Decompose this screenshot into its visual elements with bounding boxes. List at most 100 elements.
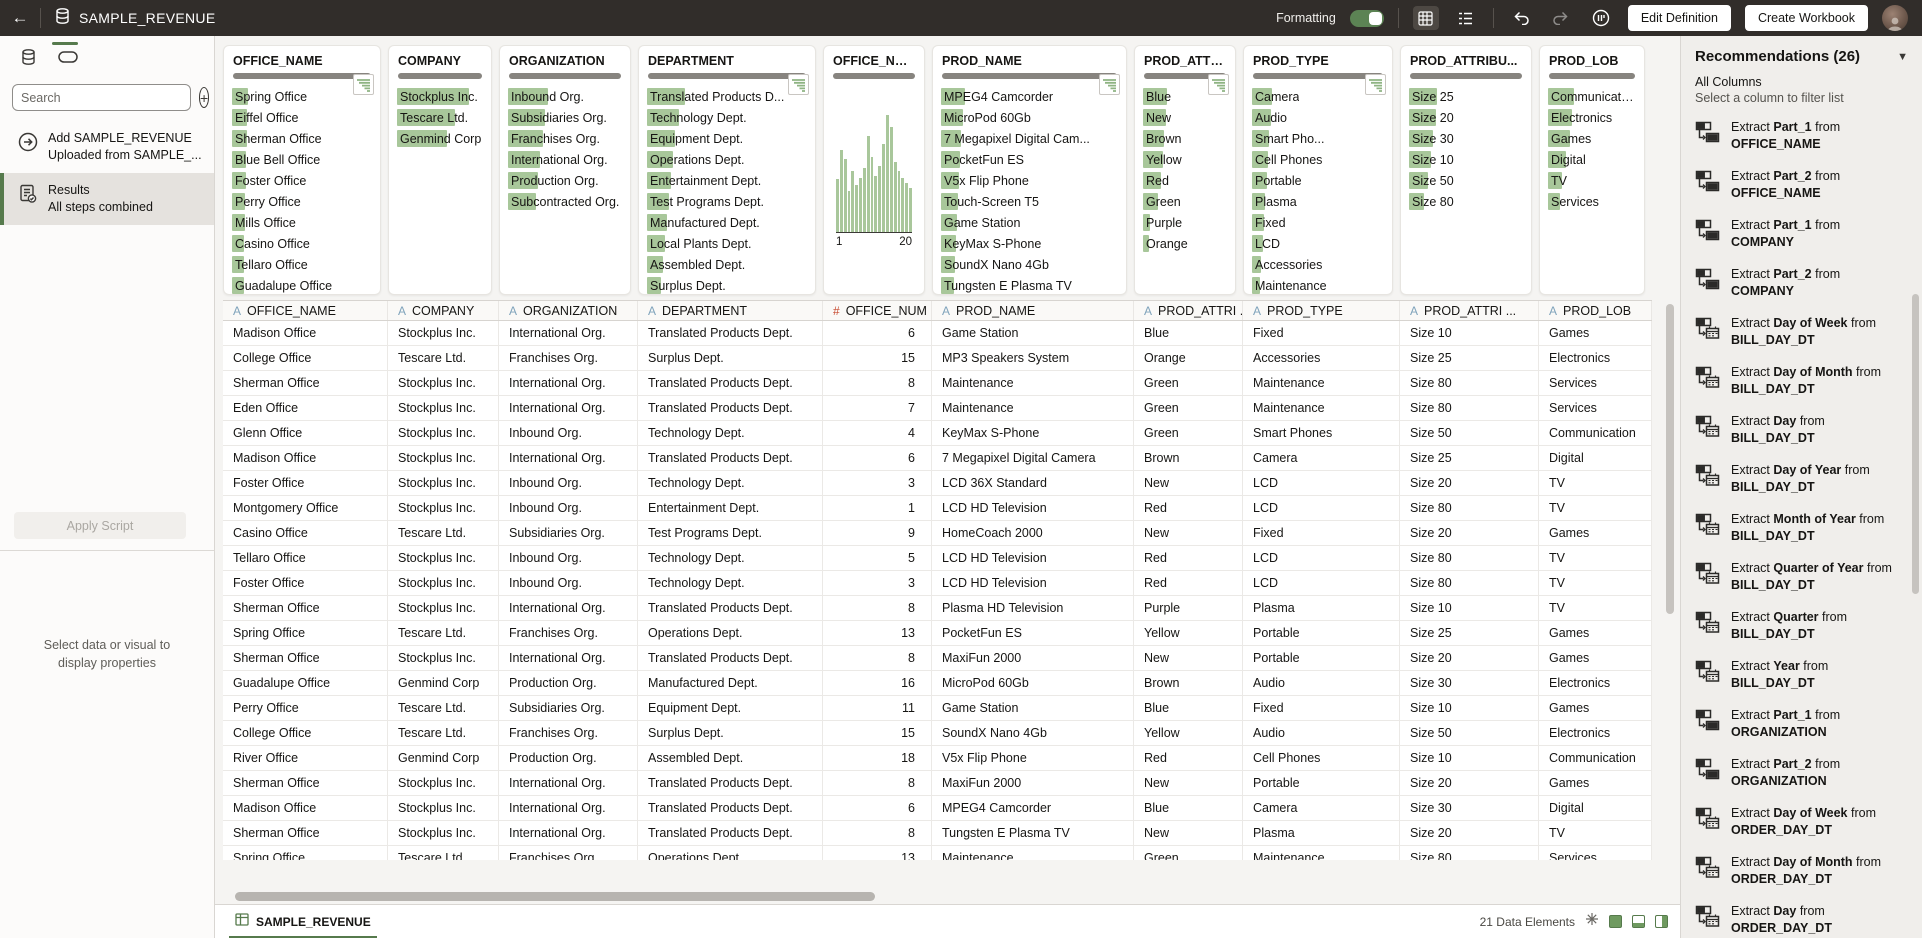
table-cell[interactable]: SoundX Nano 4Gb: [932, 721, 1134, 745]
table-cell[interactable]: Franchises Org.: [499, 346, 638, 370]
table-cell[interactable]: 3: [823, 571, 932, 595]
table-cell[interactable]: Games: [1539, 621, 1652, 645]
table-cell[interactable]: Green: [1134, 421, 1243, 445]
table-cell[interactable]: Cell Phones: [1243, 746, 1400, 770]
table-cell[interactable]: International Org.: [499, 821, 638, 845]
table-cell[interactable]: Sherman Office: [223, 371, 388, 395]
card-value[interactable]: Cell Phones: [1252, 149, 1384, 170]
table-cell[interactable]: MP3 Speakers System: [932, 346, 1134, 370]
recommendation-item[interactable]: Extract Part_1 fromOFFICE_NAME: [1695, 119, 1912, 153]
recommendation-item[interactable]: Extract Quarter of Year fromBILL_DAY_DT: [1695, 560, 1912, 594]
table-cell[interactable]: Plasma HD Television: [932, 596, 1134, 620]
card-scrollbar-handle[interactable]: [1253, 73, 1383, 79]
table-cell[interactable]: Services: [1539, 371, 1652, 395]
table-cell[interactable]: Smart Phones: [1243, 421, 1400, 445]
table-cell[interactable]: Tellaro Office: [223, 546, 388, 570]
card-value[interactable]: Assembled Dept.: [647, 254, 807, 275]
card-value[interactable]: Local Plants Dept.: [647, 233, 807, 254]
table-cell[interactable]: Entertainment Dept.: [638, 496, 823, 520]
table-cell[interactable]: Translated Products Dept.: [638, 396, 823, 420]
table-cell[interactable]: Fixed: [1243, 696, 1400, 720]
table-cell[interactable]: Surplus Dept.: [638, 721, 823, 745]
table-cell[interactable]: Franchises Org.: [499, 621, 638, 645]
table-cell[interactable]: Size 30: [1400, 796, 1539, 820]
table-cell[interactable]: 18: [823, 746, 932, 770]
table-cell[interactable]: Casino Office: [223, 521, 388, 545]
table-cell[interactable]: Translated Products Dept.: [638, 771, 823, 795]
table-cell[interactable]: International Org.: [499, 371, 638, 395]
table-cell[interactable]: TV: [1539, 546, 1652, 570]
table-cell[interactable]: Portable: [1243, 646, 1400, 670]
sidebar-item-add-dataset[interactable]: Add SAMPLE_REVENUEUploaded from SAMPLE_.…: [0, 121, 214, 173]
table-cell[interactable]: TV: [1539, 496, 1652, 520]
table-cell[interactable]: Stockplus Inc.: [388, 421, 499, 445]
card-value[interactable]: Portable: [1252, 170, 1384, 191]
card-value[interactable]: Genmind Corp: [397, 128, 483, 149]
card-value[interactable]: Test Programs Dept.: [647, 191, 807, 212]
table-cell[interactable]: Orange: [1134, 346, 1243, 370]
card-value[interactable]: Smart Pho...: [1252, 128, 1384, 149]
table-cell[interactable]: LCD: [1243, 471, 1400, 495]
chevron-down-icon[interactable]: ▼: [1893, 49, 1912, 65]
column-header[interactable]: AORGANIZATION: [499, 301, 638, 320]
table-cell[interactable]: 7: [823, 396, 932, 420]
table-cell[interactable]: Brown: [1134, 671, 1243, 695]
table-cell[interactable]: College Office: [223, 346, 388, 370]
table-cell[interactable]: Tescare Ltd.: [388, 721, 499, 745]
card-value[interactable]: Purple: [1143, 212, 1227, 233]
card-value[interactable]: Maintenance: [1252, 275, 1384, 295]
table-cell[interactable]: Plasma: [1243, 596, 1400, 620]
table-cell[interactable]: Inbound Org.: [499, 421, 638, 445]
card-value[interactable]: Electronics: [1548, 107, 1636, 128]
table-cell[interactable]: LCD: [1243, 496, 1400, 520]
table-cell[interactable]: Foster Office: [223, 571, 388, 595]
card-value[interactable]: Size 80: [1409, 191, 1523, 212]
card-value[interactable]: Plasma: [1252, 191, 1384, 212]
undo-icon[interactable]: [1508, 6, 1534, 30]
table-cell[interactable]: Size 80: [1400, 546, 1539, 570]
table-cell[interactable]: Stockplus Inc.: [388, 321, 499, 345]
table-cell[interactable]: Red: [1134, 571, 1243, 595]
table-cell[interactable]: 4: [823, 421, 932, 445]
card-value[interactable]: Camera: [1252, 86, 1384, 107]
card-value[interactable]: Size 10: [1409, 149, 1523, 170]
recommendation-item[interactable]: Extract Day of Month fromBILL_DAY_DT: [1695, 364, 1912, 398]
table-cell[interactable]: Operations Dept.: [638, 846, 823, 860]
table-cell[interactable]: PocketFun ES: [932, 621, 1134, 645]
table-cell[interactable]: Yellow: [1134, 621, 1243, 645]
table-cell[interactable]: Portable: [1243, 621, 1400, 645]
table-cell[interactable]: TV: [1539, 596, 1652, 620]
table-cell[interactable]: Size 50: [1400, 721, 1539, 745]
card-value[interactable]: Tungsten E Plasma TV: [941, 275, 1118, 295]
recommendation-item[interactable]: Extract Part_2 fromORGANIZATION: [1695, 756, 1912, 790]
card-value[interactable]: Size 25: [1409, 86, 1523, 107]
table-cell[interactable]: Camera: [1243, 446, 1400, 470]
card-value[interactable]: Manufactured Dept.: [647, 212, 807, 233]
table-cell[interactable]: Surplus Dept.: [638, 346, 823, 370]
dataset-tab[interactable]: SAMPLE_REVENUE: [221, 905, 385, 938]
quality-tile-half-icon[interactable]: [1655, 915, 1668, 928]
column-header[interactable]: AOFFICE_NAME: [223, 301, 388, 320]
table-cell[interactable]: Stockplus Inc.: [388, 646, 499, 670]
card-value[interactable]: Technology Dept.: [647, 107, 807, 128]
table-cell[interactable]: Stockplus Inc.: [388, 821, 499, 845]
table-cell[interactable]: MPEG4 Camcorder: [932, 796, 1134, 820]
table-cell[interactable]: 8: [823, 821, 932, 845]
table-cell[interactable]: Fixed: [1243, 321, 1400, 345]
table-cell[interactable]: Game Station: [932, 321, 1134, 345]
column-header[interactable]: APROD_NAME: [932, 301, 1134, 320]
card-value[interactable]: Guadalupe Office: [232, 275, 372, 295]
table-cell[interactable]: Stockplus Inc.: [388, 571, 499, 595]
table-cell[interactable]: Size 20: [1400, 521, 1539, 545]
table-cell[interactable]: MaxiFun 2000: [932, 646, 1134, 670]
recommendation-item[interactable]: Extract Part_2 fromCOMPANY: [1695, 266, 1912, 300]
table-cell[interactable]: Tescare Ltd.: [388, 696, 499, 720]
card-value[interactable]: Franchises Org.: [508, 128, 622, 149]
table-cell[interactable]: Technology Dept.: [638, 421, 823, 445]
table-cell[interactable]: Electronics: [1539, 346, 1652, 370]
table-cell[interactable]: Size 20: [1400, 471, 1539, 495]
table-cell[interactable]: 11: [823, 696, 932, 720]
table-cell[interactable]: Equipment Dept.: [638, 696, 823, 720]
card-value[interactable]: MPEG4 Camcorder: [941, 86, 1118, 107]
table-cell[interactable]: Translated Products Dept.: [638, 821, 823, 845]
